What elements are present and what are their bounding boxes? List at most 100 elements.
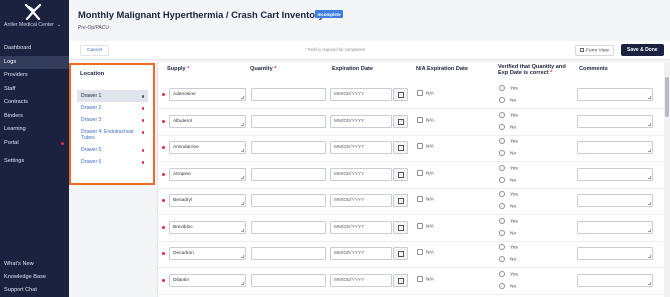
radio-circle[interactable] bbox=[499, 123, 505, 130]
checkbox-box[interactable] bbox=[417, 196, 423, 202]
verified-no-radio[interactable]: No bbox=[499, 123, 516, 130]
verified-yes-radio[interactable]: Yes bbox=[499, 138, 518, 144]
checkbox-box[interactable] bbox=[417, 116, 423, 123]
quantity-input[interactable] bbox=[251, 194, 326, 207]
location-item-drawer-1[interactable]: Drawer 1 bbox=[77, 90, 148, 102]
radio-circle[interactable] bbox=[499, 256, 505, 262]
verified-no-radio[interactable]: No bbox=[499, 97, 516, 103]
expiration-date-input[interactable]: MM/DD/YYYY bbox=[330, 167, 392, 181]
radio-circle[interactable] bbox=[499, 164, 505, 171]
expiration-date-input[interactable]: MM/DD/YYYY bbox=[330, 220, 392, 234]
radio-circle[interactable] bbox=[499, 217, 505, 224]
na-expiration-checkbox[interactable]: N/A bbox=[417, 143, 434, 149]
location-item-drawer-2[interactable]: Drawer 2 bbox=[77, 102, 148, 114]
quantity-input[interactable] bbox=[251, 88, 326, 101]
calendar-button[interactable] bbox=[393, 194, 408, 207]
sidebar-item-binders[interactable]: Binders bbox=[0, 110, 69, 124]
verified-yes-radio[interactable]: Yes bbox=[499, 217, 518, 224]
location-item-drawer-5[interactable]: Drawer 5 bbox=[77, 144, 148, 156]
sidebar-item-contracts[interactable]: Contracts bbox=[0, 96, 69, 110]
comments-input[interactable] bbox=[577, 88, 653, 101]
calendar-button[interactable] bbox=[393, 220, 408, 234]
verified-yes-radio[interactable]: Yes bbox=[499, 85, 518, 91]
radio-circle[interactable] bbox=[499, 229, 505, 236]
radio-circle[interactable] bbox=[499, 150, 505, 156]
checkbox-box[interactable] bbox=[417, 90, 423, 96]
sidebar-item-settings[interactable]: Settings bbox=[0, 155, 69, 169]
supply-input[interactable]: Adenosine bbox=[169, 88, 246, 101]
antler-logo-icon[interactable] bbox=[24, 4, 42, 20]
sidebar-item-providers[interactable]: Providers bbox=[0, 69, 69, 83]
save-and-done-button[interactable]: Save & Done bbox=[621, 44, 664, 56]
comments-input[interactable] bbox=[577, 167, 653, 181]
supply-input[interactable]: Dilantin bbox=[169, 273, 246, 287]
radio-circle[interactable] bbox=[499, 282, 505, 289]
checkbox-box[interactable] bbox=[417, 143, 423, 149]
checkbox-box[interactable] bbox=[417, 222, 423, 229]
quantity-input[interactable] bbox=[251, 114, 326, 128]
cancel-button[interactable]: Cancel bbox=[80, 45, 109, 56]
sidebar-item-dashboard[interactable]: Dashboard bbox=[0, 42, 69, 56]
calendar-button[interactable] bbox=[393, 114, 408, 128]
radio-circle[interactable] bbox=[499, 97, 505, 103]
radio-circle[interactable] bbox=[499, 203, 505, 209]
supply-input[interactable]: Albuterol bbox=[169, 114, 246, 128]
location-item-drawer-4[interactable]: Drawer 4: Endotracheal Tubes bbox=[77, 126, 148, 144]
sidebar-item-whats-new[interactable]: What's New bbox=[0, 258, 69, 271]
verified-no-radio[interactable]: No bbox=[499, 282, 516, 289]
location-item-drawer-6[interactable]: Drawer 6 bbox=[77, 156, 148, 168]
sidebar-item-staff[interactable]: Staff bbox=[0, 83, 69, 97]
sidebar-item-support-chat[interactable]: Support Chat bbox=[0, 284, 69, 297]
verified-yes-radio[interactable]: Yes bbox=[499, 270, 518, 277]
expiration-date-input[interactable]: MM/DD/YYYY bbox=[330, 114, 392, 128]
supply-input[interactable]: Atropine bbox=[169, 167, 246, 181]
expiration-date-input[interactable]: MM/DD/YYYY bbox=[330, 273, 392, 287]
verified-no-radio[interactable]: No bbox=[499, 203, 516, 209]
expiration-date-input[interactable]: MM/DD/YYYY bbox=[330, 88, 392, 101]
na-expiration-checkbox[interactable]: N/A bbox=[417, 196, 434, 202]
checkbox-box[interactable] bbox=[417, 249, 423, 255]
calendar-button[interactable] bbox=[393, 247, 408, 260]
na-expiration-checkbox[interactable]: N/A bbox=[417, 116, 434, 123]
radio-circle[interactable] bbox=[499, 270, 505, 277]
radio-circle[interactable] bbox=[499, 138, 505, 144]
na-expiration-checkbox[interactable]: N/A bbox=[417, 169, 434, 176]
na-expiration-checkbox[interactable]: N/A bbox=[417, 90, 434, 96]
sidebar-item-knowledge-base[interactable]: Knowledge Base bbox=[0, 271, 69, 284]
supply-input[interactable]: Amiodarone bbox=[169, 141, 246, 154]
verified-no-radio[interactable]: No bbox=[499, 256, 516, 262]
radio-circle[interactable] bbox=[499, 85, 505, 91]
org-switcher[interactable]: Antler Medical Center ⌄ bbox=[4, 22, 61, 28]
radio-circle[interactable] bbox=[499, 176, 505, 183]
quantity-input[interactable] bbox=[251, 220, 326, 234]
na-expiration-checkbox[interactable]: N/A bbox=[417, 275, 434, 282]
verified-no-radio[interactable]: No bbox=[499, 229, 516, 236]
expiration-date-input[interactable]: MM/DD/YYYY bbox=[330, 141, 392, 154]
na-expiration-checkbox[interactable]: N/A bbox=[417, 222, 434, 229]
quantity-input[interactable] bbox=[251, 141, 326, 154]
comments-input[interactable] bbox=[577, 114, 653, 128]
calendar-button[interactable] bbox=[393, 273, 408, 287]
supply-input[interactable]: Decadron bbox=[169, 247, 246, 260]
sidebar-item-learning[interactable]: Learning bbox=[0, 123, 69, 137]
verified-no-radio[interactable]: No bbox=[499, 176, 516, 183]
radio-circle[interactable] bbox=[499, 111, 505, 118]
table-scrollbar[interactable] bbox=[664, 63, 670, 297]
verified-yes-radio[interactable]: Yes bbox=[499, 191, 518, 197]
radio-circle[interactable] bbox=[499, 244, 505, 250]
comments-input[interactable] bbox=[577, 220, 653, 234]
calendar-button[interactable] bbox=[393, 141, 408, 154]
verified-no-radio[interactable]: No bbox=[499, 150, 516, 156]
verified-yes-radio[interactable]: Yes bbox=[499, 164, 518, 171]
scrollbar-thumb[interactable] bbox=[665, 77, 669, 117]
expiration-date-input[interactable]: MM/DD/YYYY bbox=[330, 194, 392, 207]
calendar-button[interactable] bbox=[393, 167, 408, 181]
location-item-drawer-3[interactable]: Drawer 3 bbox=[77, 114, 148, 126]
comments-input[interactable] bbox=[577, 194, 653, 207]
calendar-button[interactable] bbox=[393, 88, 408, 101]
supply-input[interactable]: Benadryl bbox=[169, 194, 246, 207]
sidebar-item-portal[interactable]: Portal bbox=[0, 137, 69, 151]
verified-yes-radio[interactable]: Yes bbox=[499, 244, 518, 250]
form-view-button[interactable]: Form View bbox=[575, 45, 614, 57]
verified-yes-radio[interactable]: Yes bbox=[499, 111, 518, 118]
